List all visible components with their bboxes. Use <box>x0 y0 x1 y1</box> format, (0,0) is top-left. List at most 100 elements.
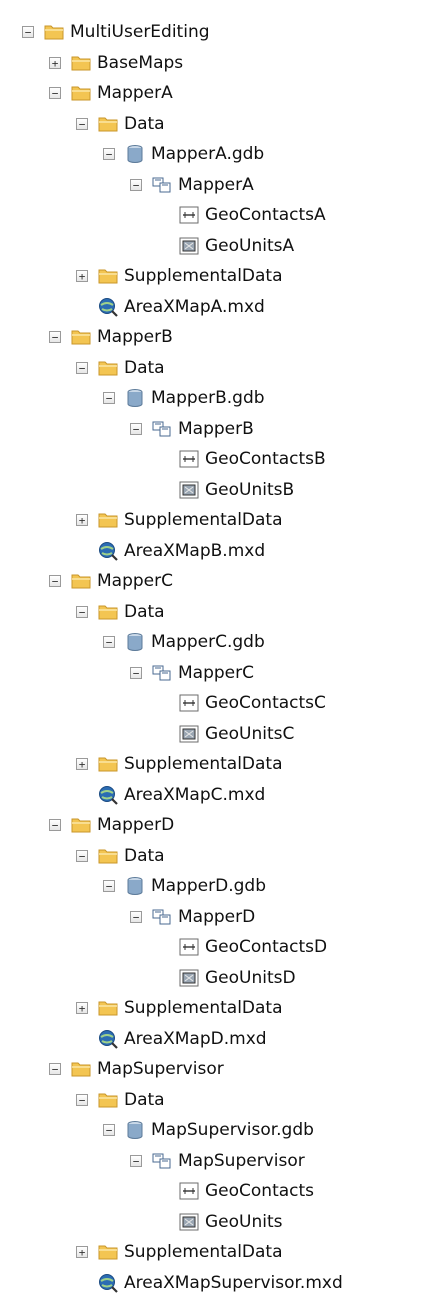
tree-item[interactable]: − MapperC <box>49 567 173 595</box>
tree-item[interactable]: AreaXMapC.mxd <box>76 781 265 809</box>
tree-item-label: BaseMaps <box>97 53 184 73</box>
folder-icon <box>98 510 118 530</box>
tree-item[interactable]: − MapperB <box>130 415 254 443</box>
tree-item[interactable]: AreaXMapSupervisor.mxd <box>76 1269 343 1297</box>
polygon-feature-class-icon <box>179 480 199 500</box>
tree-item-label: MapperC <box>97 571 173 591</box>
tree-item[interactable]: − MapSupervisor <box>49 1055 224 1083</box>
minus-box-icon[interactable]: − <box>130 179 142 191</box>
tree-item-label: MapSupervisor <box>97 1059 224 1079</box>
tree-item-label: Data <box>124 846 165 866</box>
tree-item[interactable]: + SupplementalData <box>76 262 283 290</box>
tree-item-label: MapperD <box>97 815 175 835</box>
plus-box-icon[interactable]: + <box>76 1002 88 1014</box>
map-document-icon <box>98 785 118 805</box>
minus-box-icon[interactable]: − <box>49 575 61 587</box>
tree-item[interactable]: + SupplementalData <box>76 750 283 778</box>
tree-item[interactable]: − MapSupervisor.gdb <box>103 1116 314 1144</box>
tree-item[interactable]: − MapperC <box>130 659 254 687</box>
tree-item[interactable]: − MapperC.gdb <box>103 628 265 656</box>
plus-box-icon[interactable]: + <box>76 270 88 282</box>
minus-box-icon[interactable]: − <box>130 1155 142 1167</box>
minus-box-icon[interactable]: − <box>49 331 61 343</box>
tree-item-label: SupplementalData <box>124 754 283 774</box>
minus-box-icon[interactable]: − <box>103 148 115 160</box>
minus-box-icon[interactable]: − <box>76 1094 88 1106</box>
tree-item[interactable]: − MapperA.gdb <box>103 140 264 168</box>
minus-box-icon[interactable]: − <box>49 819 61 831</box>
tree-item[interactable]: − Data <box>76 842 165 870</box>
folder-icon <box>98 358 118 378</box>
tree-item[interactable]: GeoContactsA <box>157 201 326 229</box>
tree-item[interactable]: AreaXMapB.mxd <box>76 537 265 565</box>
folder-icon <box>71 327 91 347</box>
tree-item[interactable]: − Data <box>76 1086 165 1114</box>
tree-item[interactable]: GeoContactsC <box>157 689 326 717</box>
tree-item[interactable]: AreaXMapA.mxd <box>76 293 265 321</box>
folder-icon <box>98 1090 118 1110</box>
tree-item[interactable]: GeoUnits <box>157 1208 283 1236</box>
tree-item-label: SupplementalData <box>124 998 283 1018</box>
tree-item[interactable]: − Data <box>76 354 165 382</box>
minus-box-icon[interactable]: − <box>76 362 88 374</box>
map-document-icon <box>98 541 118 561</box>
minus-box-icon[interactable]: − <box>76 118 88 130</box>
tree-item[interactable]: − MapperD <box>130 903 255 931</box>
tree-item[interactable]: − MapperD <box>49 811 174 839</box>
tree-item-label: MultiUserEditing <box>70 22 210 42</box>
line-feature-class-icon <box>179 205 199 225</box>
tree-item[interactable]: GeoContactsB <box>157 445 326 473</box>
tree-item[interactable]: GeoUnitsB <box>157 476 294 504</box>
tree-item-label: SupplementalData <box>124 1242 283 1262</box>
tree-item[interactable]: − MapperD.gdb <box>103 872 266 900</box>
tree-item[interactable]: − MapperB.gdb <box>103 384 265 412</box>
tree-item[interactable]: GeoUnitsA <box>157 232 294 260</box>
tree-item-label: GeoUnitsB <box>205 480 295 500</box>
minus-box-icon[interactable]: − <box>22 26 34 38</box>
tree-item[interactable]: − Data <box>76 598 165 626</box>
tree-item-label: MapperA.gdb <box>151 144 265 164</box>
minus-box-icon[interactable]: − <box>103 392 115 404</box>
tree-item-label: MapperD.gdb <box>151 876 266 896</box>
tree-item-label: AreaXMapC.mxd <box>124 785 266 805</box>
minus-box-icon[interactable]: − <box>130 911 142 923</box>
tree-item-label: MapperB <box>97 327 173 347</box>
minus-box-icon[interactable]: − <box>103 1124 115 1136</box>
tree-item[interactable]: GeoUnitsC <box>157 720 294 748</box>
plus-box-icon[interactable]: + <box>49 57 61 69</box>
minus-box-icon[interactable]: − <box>76 850 88 862</box>
tree-item[interactable]: + BaseMaps <box>49 49 183 77</box>
polygon-feature-class-icon <box>179 236 199 256</box>
tree-item[interactable]: AreaXMapD.mxd <box>76 1025 267 1053</box>
tree-item-label: MapperB.gdb <box>151 388 265 408</box>
feature-dataset-icon <box>152 1151 172 1171</box>
minus-box-icon[interactable]: − <box>49 1063 61 1075</box>
tree-item[interactable]: + SupplementalData <box>76 506 283 534</box>
tree-item-label: MapperA <box>97 83 173 103</box>
minus-box-icon[interactable]: − <box>49 87 61 99</box>
tree-item-label: AreaXMapD.mxd <box>124 1029 267 1049</box>
tree-item[interactable]: − MultiUserEditing <box>22 18 210 46</box>
tree-item[interactable]: GeoContactsD <box>157 933 327 961</box>
plus-box-icon[interactable]: + <box>76 758 88 770</box>
tree-item[interactable]: − MapperB <box>49 323 173 351</box>
tree-item[interactable]: − MapSupervisor <box>130 1147 305 1175</box>
tree-item[interactable]: − Data <box>76 110 165 138</box>
geodatabase-icon <box>125 876 145 896</box>
minus-box-icon[interactable]: − <box>130 667 142 679</box>
folder-icon <box>44 22 64 42</box>
folder-icon <box>98 114 118 134</box>
tree-item[interactable]: + SupplementalData <box>76 994 283 1022</box>
tree-item[interactable]: − MapperA <box>49 79 173 107</box>
plus-box-icon[interactable]: + <box>76 514 88 526</box>
minus-box-icon[interactable]: − <box>130 423 142 435</box>
tree-item[interactable]: GeoUnitsD <box>157 964 296 992</box>
plus-box-icon[interactable]: + <box>76 1246 88 1258</box>
minus-box-icon[interactable]: − <box>103 880 115 892</box>
minus-box-icon[interactable]: − <box>76 606 88 618</box>
tree-item[interactable]: GeoContacts <box>157 1177 314 1205</box>
tree-item-label: MapperB <box>178 419 254 439</box>
tree-item[interactable]: + SupplementalData <box>76 1238 283 1266</box>
tree-item[interactable]: − MapperA <box>130 171 254 199</box>
minus-box-icon[interactable]: − <box>103 636 115 648</box>
